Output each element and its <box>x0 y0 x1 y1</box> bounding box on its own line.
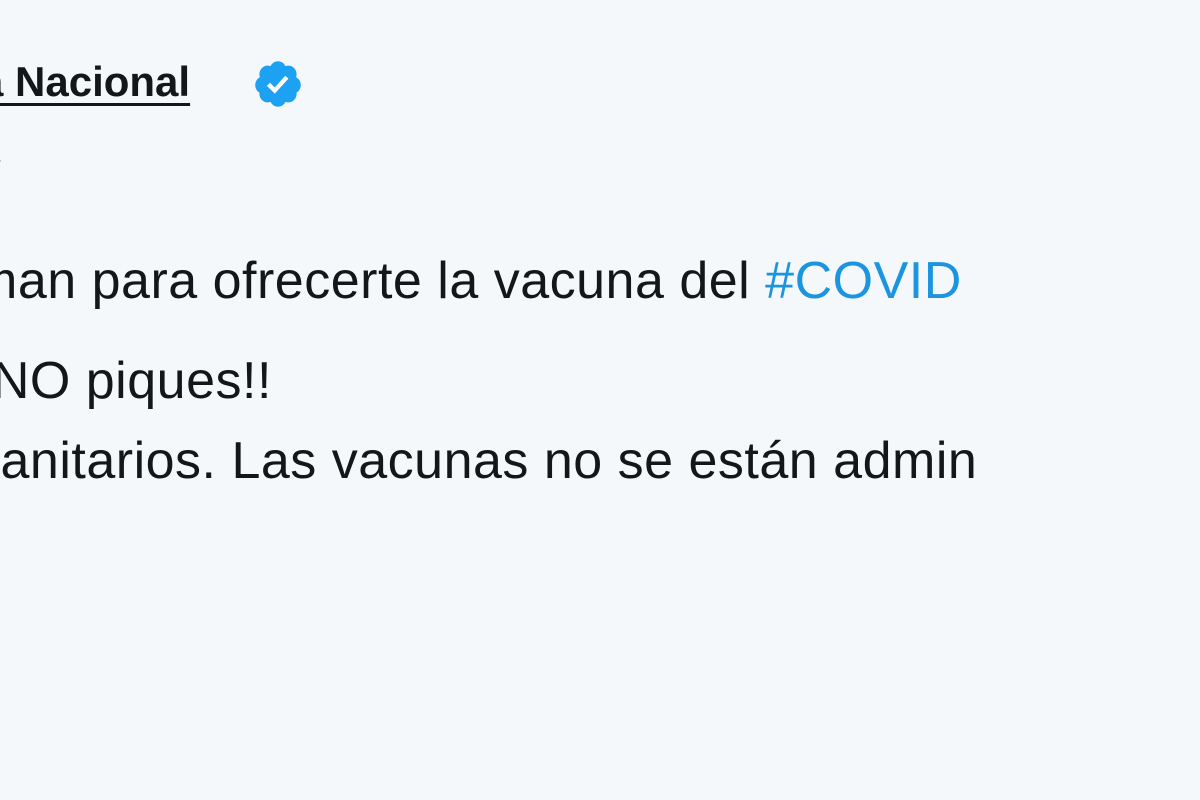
tweet-text-line-3: sanitarios. Las vacunas no se están admi… <box>0 432 978 490</box>
hashtag-link[interactable]: #COVID <box>765 252 962 310</box>
tweet-text-line-2: ¡NO piques!! <box>0 352 272 410</box>
tweet-text-segment: man para ofrecerte la vacuna del <box>0 252 766 310</box>
account-display-name[interactable]: a Nacional <box>0 52 190 112</box>
verified-badge-icon <box>255 61 301 107</box>
tweet-text-line-1: man para ofrecerte la vacuna del #COVID <box>0 246 962 316</box>
tweet-card: a Nacional ía man para ofrecerte la vacu… <box>0 0 1200 800</box>
